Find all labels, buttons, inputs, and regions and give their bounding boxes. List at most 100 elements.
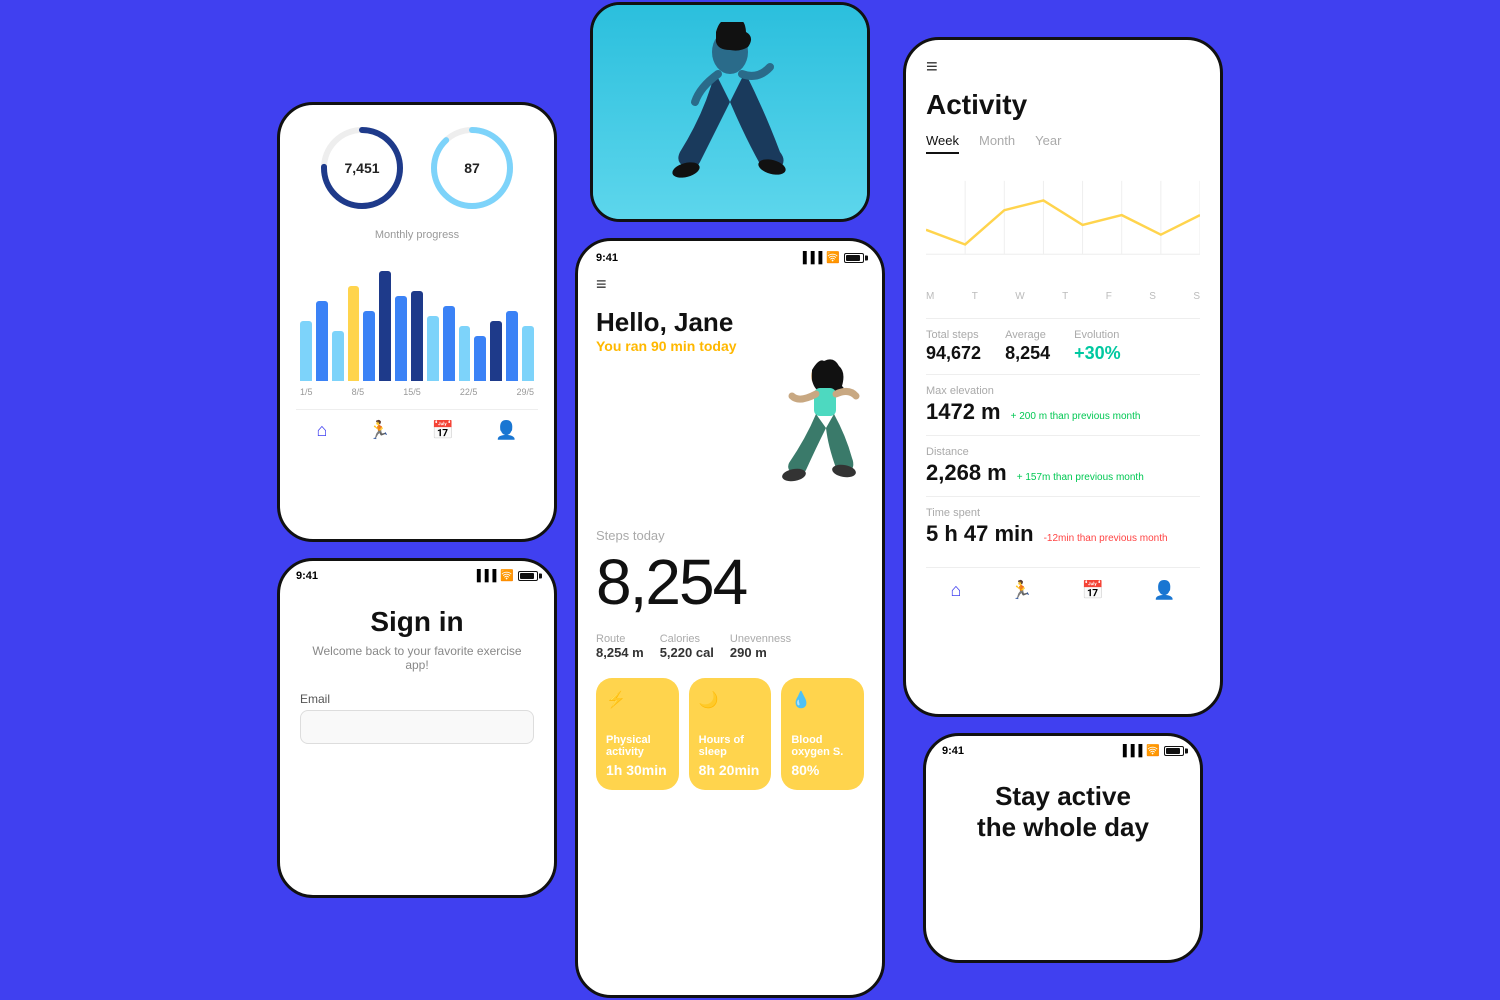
day-s: S xyxy=(1149,291,1156,302)
signal-icon: ▐▐▐ xyxy=(473,570,496,582)
run-icon[interactable]: 🏃 xyxy=(368,420,390,441)
distance-label: Distance xyxy=(926,446,1200,458)
tab-month[interactable]: Month xyxy=(979,133,1015,154)
activity-icon: ⚡ xyxy=(606,690,669,710)
bar xyxy=(348,286,360,381)
dashboard-bottom-nav: ⌂ 🏃 📅 👤 xyxy=(296,409,538,451)
stayactive-status-bar: 9:41 ▐▐▐ 🛜 xyxy=(926,736,1200,761)
ran-info: You ran 90 min today xyxy=(596,338,864,354)
distance-diff: + 157m than previous month xyxy=(1017,472,1144,483)
ran-suffix: today xyxy=(695,338,736,354)
day-f: F xyxy=(1106,291,1112,302)
physical-activity-card[interactable]: ⚡ Physical activity 1h 30min xyxy=(596,678,679,790)
status-icons: ▐▐▐ 🛜 xyxy=(1119,744,1184,757)
calories-value: 5,220 cal xyxy=(660,645,714,660)
evolution-label: Evolution xyxy=(1074,329,1121,341)
route-value: 8,254 m xyxy=(596,645,644,660)
time-metric-row: Time spent 5 h 47 min -12min than previo… xyxy=(926,496,1200,557)
bar xyxy=(474,336,486,381)
wifi-icon: 🛜 xyxy=(826,251,840,264)
route-label: Route xyxy=(596,633,644,645)
day-w: W xyxy=(1015,291,1024,302)
phone-runner xyxy=(590,2,870,222)
total-steps-value: 94,672 xyxy=(926,343,981,364)
distance-value: 2,268 m xyxy=(926,460,1007,486)
oxygen-icon: 💧 xyxy=(791,690,854,710)
hamburger-menu[interactable]: ≡ xyxy=(596,274,864,295)
bar xyxy=(411,291,423,381)
wifi-icon: 🛜 xyxy=(1146,744,1160,757)
email-input[interactable] xyxy=(300,710,534,744)
bar xyxy=(332,331,344,381)
average-metric: Average 8,254 xyxy=(1005,329,1050,364)
bar-chart xyxy=(296,251,538,381)
time-diff: -12min than previous month xyxy=(1044,533,1168,544)
day-m: M xyxy=(926,291,934,302)
steps-count: 8,254 xyxy=(596,545,864,619)
phone-dashboard: 7,451 87 Monthly progress xyxy=(277,102,557,542)
phone-activity: ≡ Activity Week Month Year xyxy=(903,37,1223,717)
elevation-main: 1472 m + 200 m than previous month xyxy=(926,399,1200,425)
sleep-card[interactable]: 🌙 Hours of sleep 8h 20min xyxy=(689,678,772,790)
phone-signin: 9:41 ▐▐▐ 🛜 Sign in Welcome back to your … xyxy=(277,558,557,898)
card2-title: Hours of sleep xyxy=(699,734,762,758)
home-icon[interactable]: ⌂ xyxy=(316,420,327,441)
unevenness-label: Unevenness xyxy=(730,633,791,645)
email-label: Email xyxy=(300,692,534,706)
battery-icon xyxy=(1164,746,1184,756)
time-main: 5 h 47 min -12min than previous month xyxy=(926,521,1200,547)
card1-value: 1h 30min xyxy=(606,762,669,778)
battery-icon xyxy=(844,253,864,263)
person-nav-icon[interactable]: 👤 xyxy=(1153,580,1175,601)
card1-title: Physical activity xyxy=(606,734,669,758)
calendar-nav-icon[interactable]: 📅 xyxy=(1082,580,1104,601)
calories-stat: Calories 5,220 cal xyxy=(660,633,714,660)
average-label: Average xyxy=(1005,329,1050,341)
date-label: 22/5 xyxy=(460,387,478,397)
calendar-icon[interactable]: 📅 xyxy=(432,420,454,441)
column-left: 7,451 87 Monthly progress xyxy=(277,102,557,898)
rings-row: 7,451 87 xyxy=(296,123,538,213)
column-right: ≡ Activity Week Month Year xyxy=(903,37,1223,963)
oxygen-card[interactable]: 💧 Blood oxygen S. 80% xyxy=(781,678,864,790)
bar xyxy=(490,321,502,381)
top-metrics-row: Total steps 94,672 Average 8,254 Evoluti… xyxy=(926,318,1200,374)
home-nav-icon[interactable]: ⌂ xyxy=(950,580,961,601)
signin-subtitle: Welcome back to your favorite exercise a… xyxy=(300,644,534,672)
elevation-metric-row: Max elevation 1472 m + 200 m than previo… xyxy=(926,374,1200,435)
run-nav-icon[interactable]: 🏃 xyxy=(1010,580,1032,601)
ran-prefix: You ran xyxy=(596,338,651,354)
metrics-section: Total steps 94,672 Average 8,254 Evoluti… xyxy=(926,318,1200,557)
person-icon[interactable]: 👤 xyxy=(495,420,517,441)
activity-menu-icon[interactable]: ≡ xyxy=(926,56,1200,79)
stats-row: Route 8,254 m Calories 5,220 cal Unevenn… xyxy=(596,633,864,660)
bar xyxy=(316,301,328,381)
score-ring-value: 87 xyxy=(464,160,480,176)
elevation-diff: + 200 m than previous month xyxy=(1011,411,1141,422)
status-icons: ▐▐▐ 🛜 xyxy=(799,251,864,264)
bar-dates: 1/5 8/5 15/5 22/5 29/5 xyxy=(296,387,538,397)
activity-screen: ≡ Activity Week Month Year xyxy=(906,40,1220,714)
signal-icon: ▐▐▐ xyxy=(1119,745,1142,757)
runner-background xyxy=(593,5,867,219)
date-label: 15/5 xyxy=(403,387,421,397)
tab-week[interactable]: Week xyxy=(926,133,959,154)
phone-main: 9:41 ▐▐▐ 🛜 ≡ Hello, Jane You ran 90 min … xyxy=(575,238,885,998)
bar xyxy=(363,311,375,381)
total-steps-metric: Total steps 94,672 xyxy=(926,329,981,364)
card3-title: Blood oxygen S. xyxy=(791,734,854,758)
bar xyxy=(427,316,439,381)
unevenness-stat: Unevenness 290 m xyxy=(730,633,791,660)
stay-active-title: Stay activethe whole day xyxy=(950,781,1176,843)
activity-title: Activity xyxy=(926,89,1200,121)
bar xyxy=(379,271,391,381)
greeting: Hello, Jane xyxy=(596,307,864,338)
tab-year[interactable]: Year xyxy=(1035,133,1061,154)
stayactive-content: Stay activethe whole day xyxy=(926,761,1200,863)
runner-illustration xyxy=(610,22,850,202)
bar xyxy=(300,321,312,381)
signin-content: Sign in Welcome back to your favorite ex… xyxy=(280,586,554,764)
chart-days: M T W T F S S xyxy=(926,291,1200,302)
evolution-metric: Evolution +30% xyxy=(1074,329,1121,364)
total-steps-label: Total steps xyxy=(926,329,981,341)
